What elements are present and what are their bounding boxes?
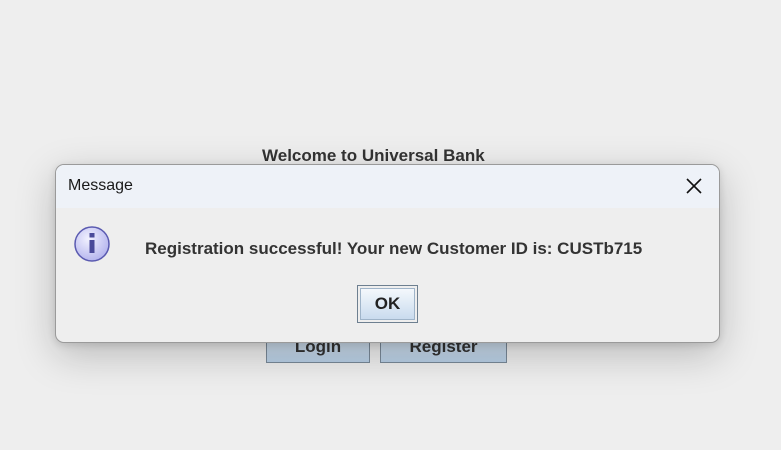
ok-button[interactable]: OK <box>357 285 418 323</box>
info-icon <box>73 225 113 265</box>
ok-button-label: OK <box>360 288 415 320</box>
message-dialog: Message Registration successful! Your ne… <box>55 164 720 343</box>
message-text: Registration successful! Your new Custom… <box>145 239 643 258</box>
close-icon[interactable] <box>683 175 705 197</box>
welcome-title: Welcome to Universal Bank <box>262 146 485 165</box>
dialog-titlebar[interactable]: Message <box>56 165 719 208</box>
dialog-title: Message <box>68 177 133 194</box>
